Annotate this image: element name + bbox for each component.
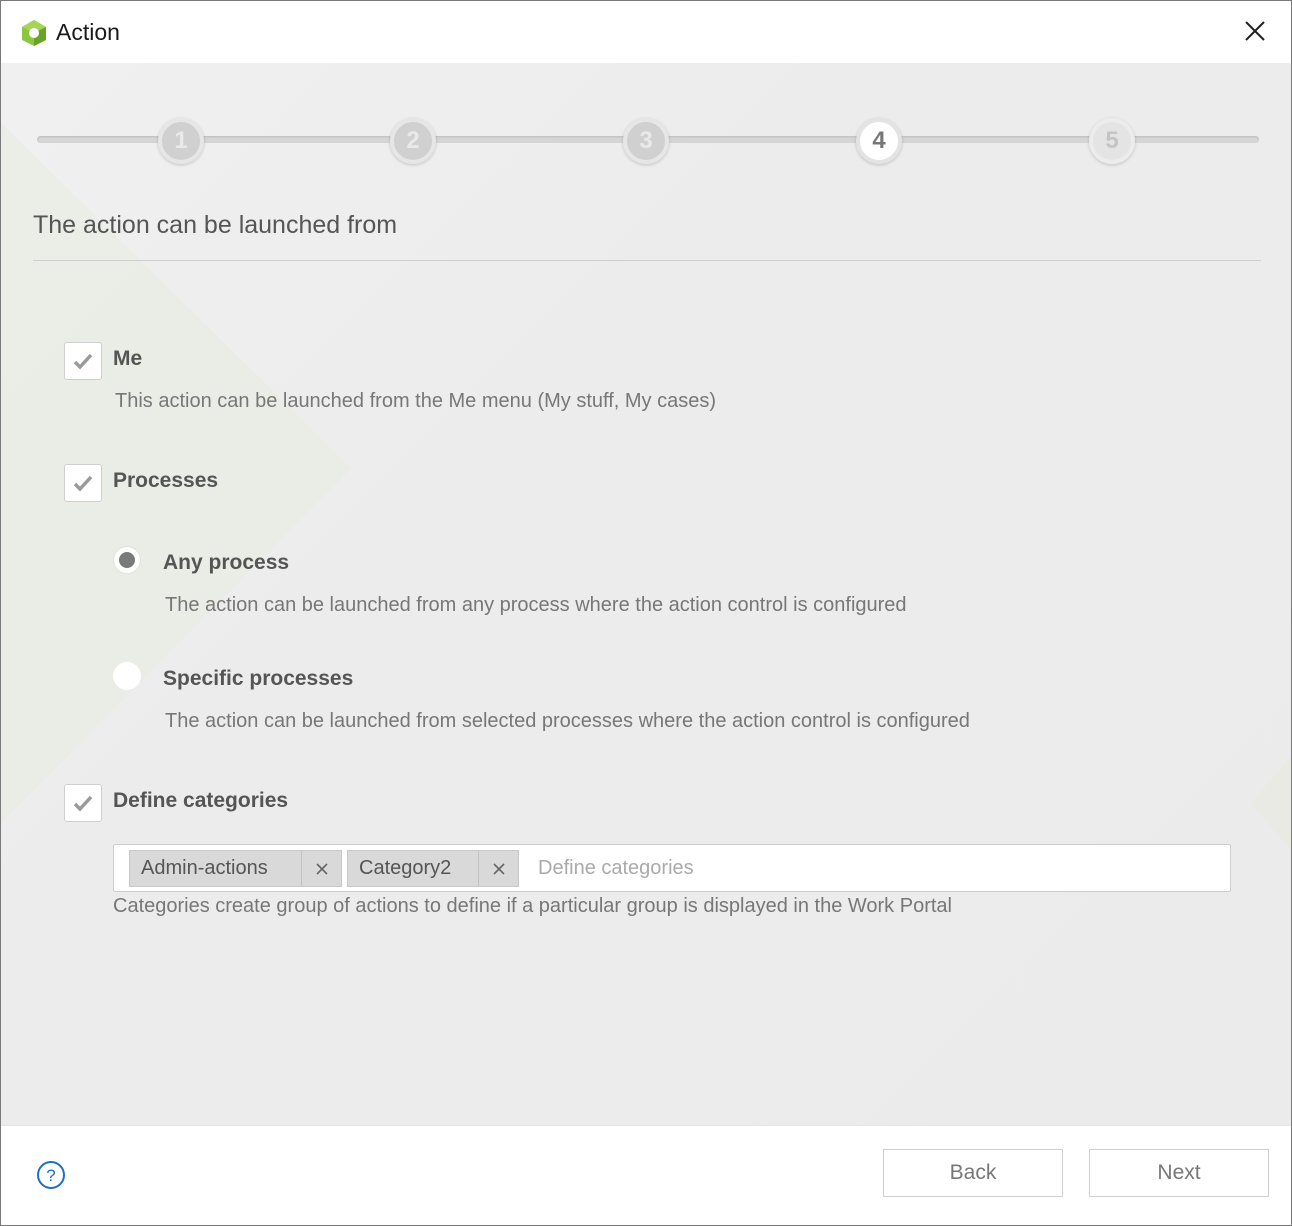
remove-tag-button[interactable] (478, 851, 518, 886)
me-label: Me (113, 347, 143, 370)
step-2[interactable]: 2 (390, 118, 436, 164)
any-process-label: Any process (163, 551, 290, 574)
category-tag-category2: Category2 (347, 850, 519, 887)
category-tag-admin-actions: Admin-actions (129, 850, 342, 887)
step-5-number: 5 (1105, 127, 1119, 154)
processes-checkbox[interactable] (64, 464, 102, 502)
me-description: This action can be launched from the Me … (115, 390, 716, 412)
categories-placeholder: Define categories (538, 857, 694, 879)
step-1[interactable]: 1 (158, 118, 204, 164)
window-title: Action (56, 19, 120, 45)
step-2-number: 2 (406, 127, 420, 154)
specific-processes-label: Specific processes (163, 667, 354, 690)
define-categories-label: Define categories (113, 789, 289, 812)
svg-text:?: ? (46, 1166, 55, 1185)
categories-input[interactable]: Admin-actions Category2 Define categorie… (113, 844, 1231, 892)
me-checkbox[interactable] (64, 342, 102, 380)
back-button[interactable]: Back (883, 1149, 1063, 1197)
close-button[interactable] (1237, 13, 1273, 49)
remove-icon (492, 862, 505, 875)
next-button[interactable]: Next (1089, 1149, 1269, 1197)
step-3[interactable]: 3 (623, 118, 669, 164)
any-process-radio[interactable] (113, 546, 141, 574)
close-icon (1245, 21, 1265, 41)
category-tag-label: Admin-actions (141, 857, 268, 879)
section-title: The action can be launched from (33, 211, 398, 239)
specific-processes-radio[interactable] (113, 662, 141, 690)
any-process-description: The action can be launched from any proc… (165, 594, 907, 616)
dialog-footer: ? Back Next (1, 1125, 1291, 1225)
title-bar: Action (1, 1, 1291, 63)
step-1-number: 1 (174, 127, 188, 154)
step-4-number: 4 (872, 127, 886, 154)
checkmark-icon (73, 475, 93, 492)
step-3-number: 3 (639, 127, 653, 154)
checkmark-icon (73, 795, 93, 812)
category-tag-label: Category2 (359, 857, 452, 879)
step-5[interactable]: 5 (1089, 118, 1135, 164)
section-divider (33, 260, 1261, 261)
help-icon[interactable]: ? (36, 1160, 66, 1190)
remove-tag-button[interactable] (301, 851, 341, 886)
wizard-content: 1 2 3 4 5 The action can be launched fro… (1, 63, 1291, 1125)
checkmark-icon (73, 353, 93, 370)
define-categories-checkbox[interactable] (64, 784, 102, 822)
remove-icon (315, 862, 328, 875)
processes-label: Processes (113, 469, 219, 492)
action-dialog: Action 1 2 3 4 5 The action can be launc… (0, 0, 1292, 1226)
specific-processes-description: The action can be launched from selected… (165, 710, 970, 732)
categories-help-text: Categories create group of actions to de… (113, 895, 952, 917)
step-4[interactable]: 4 (856, 118, 902, 164)
app-logo-icon (22, 20, 46, 46)
